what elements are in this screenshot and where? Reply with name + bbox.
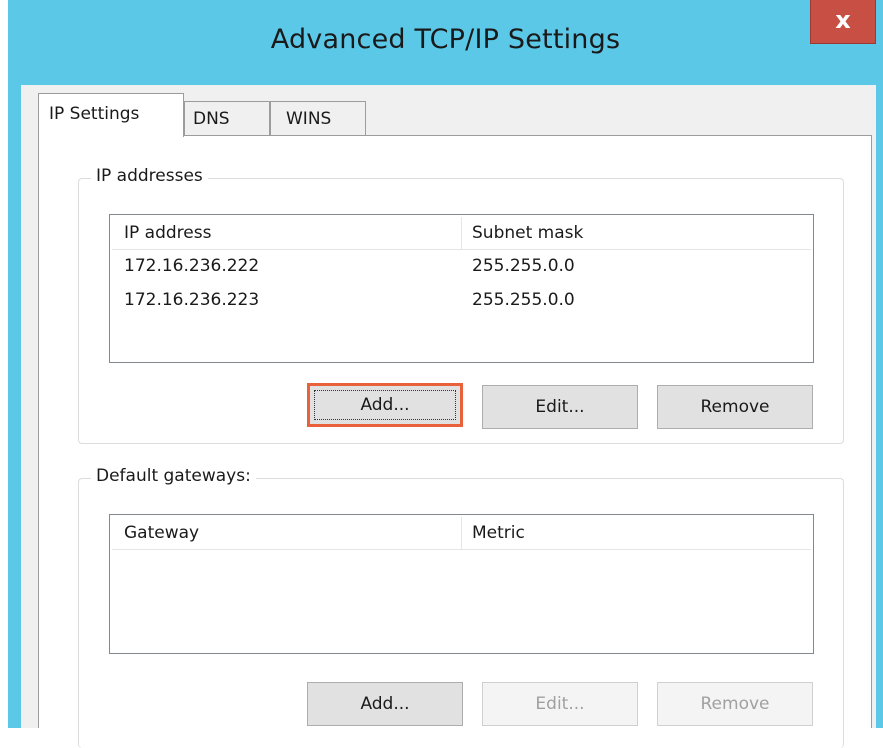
remove-ip-address-button[interactable]: Remove bbox=[657, 385, 813, 429]
column-header-metric[interactable]: Metric bbox=[462, 517, 811, 550]
default-gateways-list-header: Gateway Metric bbox=[112, 517, 811, 550]
ip-addresses-group: IP addresses IP address Subnet mask 172.… bbox=[78, 166, 844, 444]
ip-addresses-legend: IP addresses bbox=[91, 166, 208, 186]
column-header-ip-address[interactable]: IP address bbox=[112, 217, 462, 250]
tab-dns[interactable]: DNS bbox=[184, 101, 270, 136]
tab-dns-label: DNS bbox=[193, 109, 230, 129]
ip-address-cell: 172.16.236.222 bbox=[124, 256, 260, 276]
close-icon: x bbox=[835, 6, 851, 34]
ip-addresses-list[interactable]: IP address Subnet mask 172.16.236.222 25… bbox=[109, 214, 814, 363]
list-item[interactable]: 172.16.236.223 255.255.0.0 bbox=[112, 286, 811, 320]
remove-gateway-button[interactable]: Remove bbox=[657, 682, 813, 726]
add-gateway-button-label: Add... bbox=[360, 694, 410, 714]
default-gateways-list[interactable]: Gateway Metric bbox=[109, 514, 814, 654]
ip-settings-panel: IP addresses IP address Subnet mask 172.… bbox=[38, 135, 872, 748]
remove-gateway-button-label: Remove bbox=[700, 694, 770, 714]
tab-ip-settings-label: IP Settings bbox=[49, 104, 140, 124]
tab-wins[interactable]: WINS bbox=[270, 101, 366, 136]
edit-gateway-button[interactable]: Edit... bbox=[482, 682, 638, 726]
edit-gateway-button-label: Edit... bbox=[535, 694, 585, 714]
dialog-client-area: IP Settings DNS WINS IP addresses IP add… bbox=[21, 85, 876, 748]
edit-ip-address-button-label: Edit... bbox=[535, 397, 585, 417]
focus-ring bbox=[314, 390, 456, 420]
add-ip-address-button[interactable]: Add... bbox=[307, 383, 463, 427]
tab-ip-settings[interactable]: IP Settings bbox=[38, 93, 184, 137]
column-header-gateway[interactable]: Gateway bbox=[112, 517, 462, 550]
advanced-tcpip-settings-window: Advanced TCP/IP Settings x IP Settings D… bbox=[8, 0, 883, 748]
default-gateways-legend: Default gateways: bbox=[91, 466, 256, 486]
tab-wins-label: WINS bbox=[286, 109, 332, 129]
list-item[interactable]: 172.16.236.222 255.255.0.0 bbox=[112, 252, 811, 286]
ip-addresses-list-header: IP address Subnet mask bbox=[112, 217, 811, 250]
close-button[interactable]: x bbox=[810, 0, 876, 44]
subnet-mask-cell: 255.255.0.0 bbox=[472, 256, 575, 276]
add-gateway-button[interactable]: Add... bbox=[307, 682, 463, 726]
title-bar[interactable]: Advanced TCP/IP Settings x bbox=[8, 0, 883, 88]
subnet-mask-cell: 255.255.0.0 bbox=[472, 290, 575, 310]
default-gateways-group: Default gateways: Gateway Metric Add... … bbox=[78, 466, 844, 748]
window-title: Advanced TCP/IP Settings bbox=[270, 24, 621, 55]
edit-ip-address-button[interactable]: Edit... bbox=[482, 385, 638, 429]
column-header-subnet-mask[interactable]: Subnet mask bbox=[462, 217, 811, 250]
ip-address-cell: 172.16.236.223 bbox=[124, 290, 260, 310]
remove-ip-address-button-label: Remove bbox=[700, 397, 770, 417]
